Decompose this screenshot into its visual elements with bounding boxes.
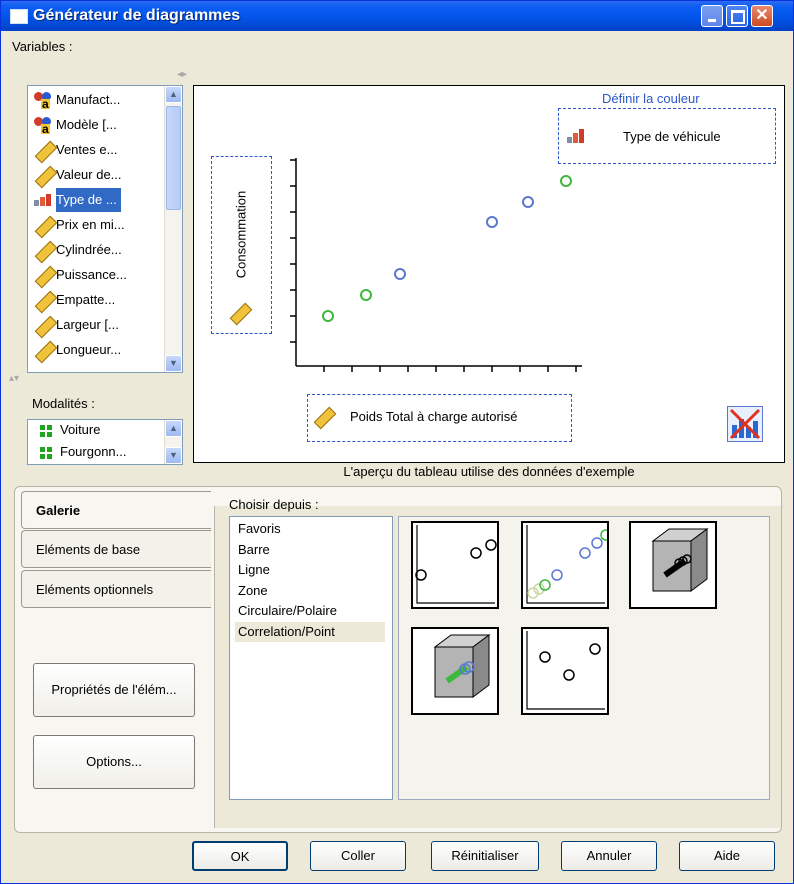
chart-type-item[interactable]: Circulaire/Polaire bbox=[235, 601, 385, 621]
scroll-thumb[interactable] bbox=[166, 106, 181, 210]
variable-item[interactable]: Prix en mi... bbox=[32, 213, 182, 239]
chart-type-item[interactable]: Correlation/Point bbox=[235, 621, 385, 642]
minimize-button[interactable] bbox=[701, 5, 723, 27]
nominal-icon: a bbox=[34, 92, 54, 110]
categories-list[interactable]: Voiture Fourgonn... ▲ ▼ bbox=[27, 419, 183, 465]
variable-item[interactable]: Empatte... bbox=[32, 288, 182, 314]
variables-list[interactable]: a Manufact... a Modèle [... Ventes e... Valeu… bbox=[27, 85, 183, 373]
variable-item[interactable]: a Modèle [... bbox=[32, 113, 182, 137]
variable-item[interactable]: Largeur [... bbox=[32, 313, 182, 339]
3d-scatter-thumbnail[interactable] bbox=[629, 521, 717, 609]
category-color-icon bbox=[40, 425, 53, 437]
scale-icon bbox=[34, 215, 58, 239]
categories-label: Modalités : bbox=[32, 396, 95, 411]
chart-type-item[interactable]: Barre bbox=[235, 540, 385, 560]
choose-from-label: Choisir depuis : bbox=[229, 497, 319, 512]
window-icon bbox=[10, 9, 28, 24]
scroll-up-icon[interactable]: ▲ bbox=[165, 86, 182, 103]
maximize-button[interactable] bbox=[726, 5, 748, 27]
options-button[interactable]: Options... bbox=[33, 735, 195, 789]
variable-label: Largeur [... bbox=[56, 317, 119, 332]
scroll-down-icon[interactable]: ▼ bbox=[165, 355, 182, 372]
splitter-handle-icon[interactable]: ◂▸ bbox=[177, 69, 187, 80]
scale-icon bbox=[34, 315, 58, 339]
grouped-3d-scatter-thumbnail[interactable] bbox=[411, 627, 499, 715]
category-item[interactable]: Fourgonn... bbox=[60, 444, 127, 459]
variable-label: Valeur de... bbox=[56, 167, 122, 182]
preview-point bbox=[394, 268, 406, 280]
paste-button[interactable]: Coller bbox=[310, 841, 406, 871]
help-button[interactable]: Aide bbox=[679, 841, 775, 871]
tab-optional-elements[interactable]: Eléments optionnels bbox=[21, 570, 211, 608]
reset-button[interactable]: Réinitialiser bbox=[431, 841, 539, 871]
grouped-scatter-thumbnail[interactable] bbox=[521, 521, 609, 609]
cancel-button[interactable]: Annuler bbox=[561, 841, 657, 871]
chart-type-item[interactable]: Zone bbox=[235, 581, 385, 601]
variable-item[interactable]: Valeur de... bbox=[32, 163, 182, 189]
preview-caption: L'aperçu du tableau utilise des données … bbox=[343, 464, 635, 479]
categories-scrollbar[interactable]: ▲ ▼ bbox=[164, 420, 182, 464]
variable-label: Ventes e... bbox=[56, 142, 118, 157]
scale-icon bbox=[34, 340, 58, 364]
variable-item[interactable]: Ventes e... bbox=[32, 138, 182, 164]
variable-label: Longueur... bbox=[56, 342, 122, 357]
ordinal-icon bbox=[34, 192, 54, 208]
scroll-down-icon[interactable]: ▼ bbox=[165, 447, 182, 464]
variable-item[interactable]: Puissance... bbox=[32, 263, 182, 289]
tab-basic-elements[interactable]: Eléments de base bbox=[21, 530, 211, 568]
ok-button[interactable]: OK bbox=[192, 841, 288, 871]
splitter-handle-icon[interactable]: ▴▾ bbox=[9, 373, 19, 384]
preview-point bbox=[560, 175, 572, 187]
chart-builder-window: Générateur de diagrammes ✕ Variables : a… bbox=[0, 0, 794, 884]
variable-label: Puissance... bbox=[56, 267, 127, 282]
variable-item[interactable]: Longueur... bbox=[32, 338, 182, 364]
variables-scrollbar[interactable]: ▲ ▼ bbox=[164, 86, 182, 372]
element-properties-button[interactable]: Propriétés de l'élém... bbox=[33, 663, 195, 717]
variable-label: Type de ... bbox=[56, 188, 121, 212]
scale-icon bbox=[34, 265, 58, 289]
reset-chart-icon[interactable] bbox=[727, 406, 763, 442]
variable-item[interactable]: Type de ... bbox=[32, 188, 182, 212]
variable-item[interactable]: a Manufact... bbox=[32, 88, 182, 112]
variable-label: Cylindrée... bbox=[56, 242, 122, 257]
chart-type-list[interactable]: Favoris Barre Ligne Zone Circulaire/Polaire C… bbox=[229, 516, 393, 800]
variable-label: Prix en mi... bbox=[56, 217, 125, 232]
simple-scatter-thumbnail[interactable] bbox=[411, 521, 499, 609]
preview-axes bbox=[290, 158, 582, 372]
tab-gallery[interactable]: Galerie bbox=[21, 491, 211, 529]
title-bar: Générateur de diagrammes ✕ bbox=[1, 1, 793, 31]
category-color-icon bbox=[40, 447, 53, 459]
preview-point bbox=[522, 196, 534, 208]
window-title: Générateur de diagrammes bbox=[33, 7, 241, 24]
scatter-dot-thumbnail[interactable] bbox=[521, 627, 609, 715]
scale-icon bbox=[34, 140, 58, 164]
chart-type-item[interactable]: Ligne bbox=[235, 560, 385, 580]
preview-point bbox=[322, 310, 334, 322]
scale-icon bbox=[34, 165, 58, 189]
variable-label: Empatte... bbox=[56, 292, 116, 307]
scale-icon bbox=[34, 290, 58, 314]
chart-type-item[interactable]: Favoris bbox=[235, 519, 385, 539]
variable-label: Modèle [... bbox=[56, 117, 117, 132]
variable-item[interactable]: Cylindrée... bbox=[32, 238, 182, 264]
close-button[interactable]: ✕ bbox=[751, 5, 773, 27]
preview-point bbox=[360, 289, 372, 301]
scroll-up-icon[interactable]: ▲ bbox=[165, 420, 182, 437]
chart-preview-canvas[interactable]: Définir la couleur Type de véhicule Cons… bbox=[193, 85, 785, 463]
variable-label: Manufact... bbox=[56, 92, 121, 107]
scale-icon bbox=[34, 240, 58, 264]
nominal-icon: a bbox=[34, 117, 54, 135]
preview-point bbox=[486, 216, 498, 228]
category-item[interactable]: Voiture bbox=[60, 422, 100, 437]
variables-label: Variables : bbox=[12, 39, 73, 54]
